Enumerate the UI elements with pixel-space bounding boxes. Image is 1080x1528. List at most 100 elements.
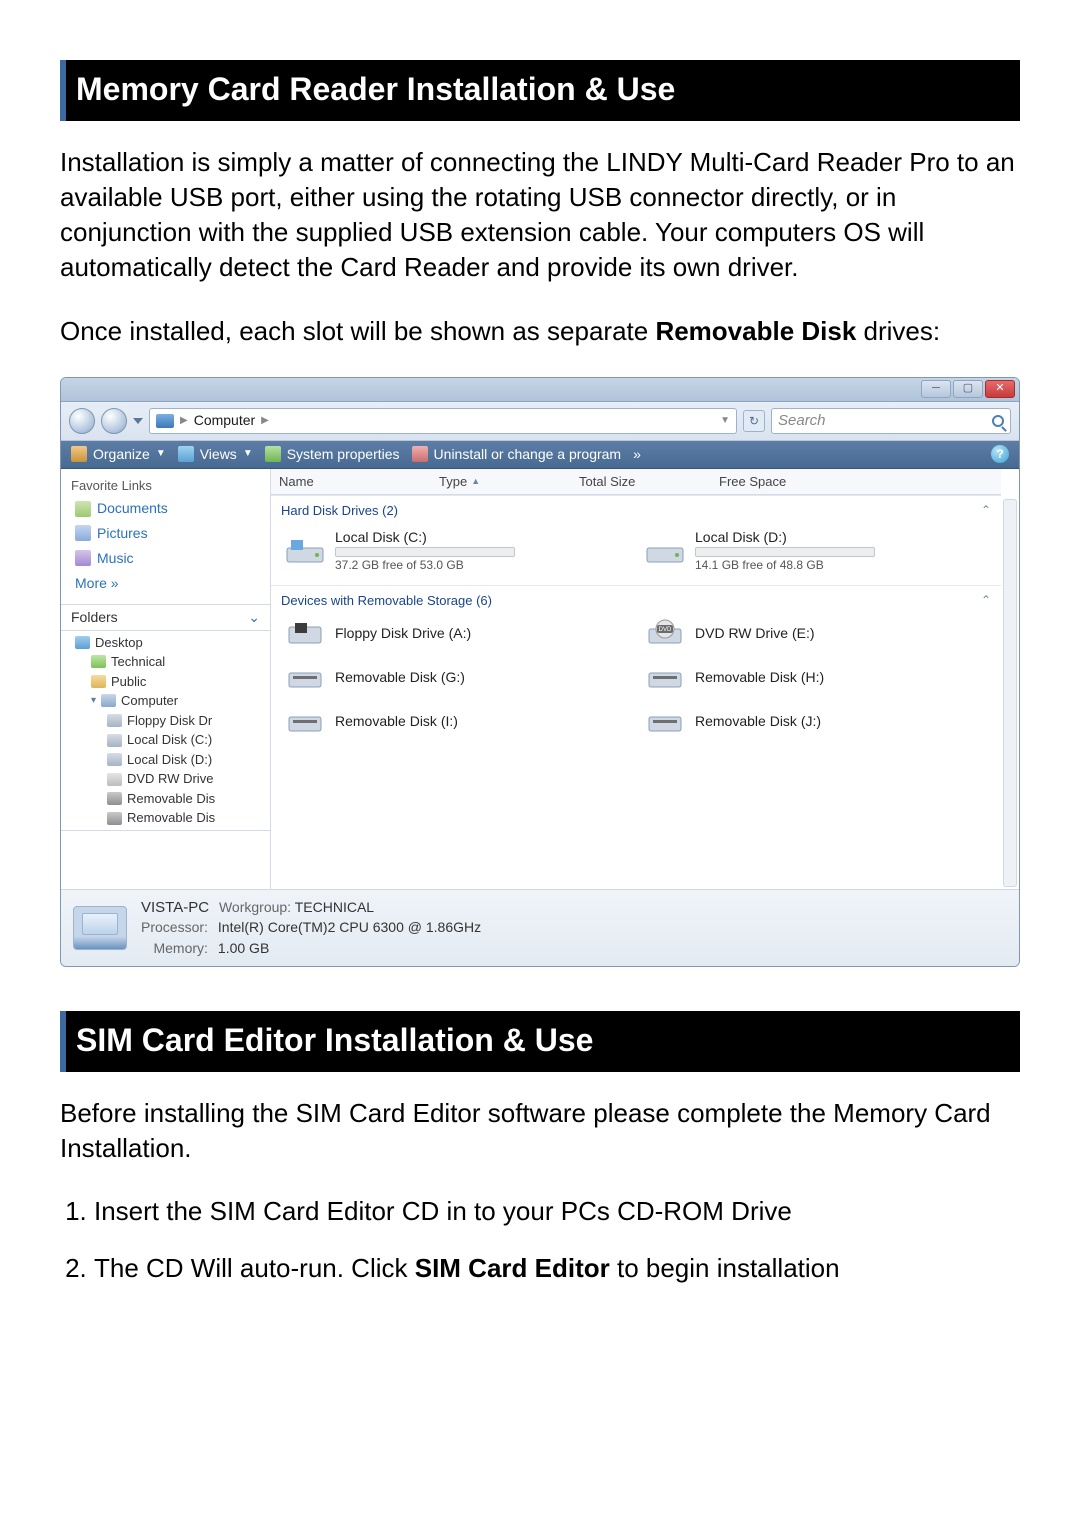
dvd-drive-icon: DVD bbox=[645, 617, 685, 649]
drive-label: Removable Disk (H:) bbox=[695, 668, 824, 687]
removable-icon bbox=[107, 792, 122, 805]
tree-node-local-c[interactable]: Local Disk (C:) bbox=[75, 730, 270, 750]
step-1: Insert the SIM Card Editor CD in to your… bbox=[94, 1194, 1020, 1229]
drive-removable-j[interactable]: Removable Disk (J:) bbox=[641, 703, 991, 739]
tree-label: Local Disk (D:) bbox=[127, 751, 212, 769]
tree-node-desktop[interactable]: Desktop bbox=[75, 633, 270, 653]
uninstall-label: Uninstall or change a program bbox=[434, 445, 622, 464]
folders-header[interactable]: Folders ⌄ bbox=[61, 604, 270, 630]
drive-dvd-e[interactable]: DVD DVD RW Drive (E:) bbox=[641, 615, 991, 651]
tree-node-removable2[interactable]: Removable Dis bbox=[75, 808, 270, 828]
installation-steps: Insert the SIM Card Editor CD in to your… bbox=[60, 1194, 1020, 1286]
vertical-scrollbar[interactable] bbox=[1003, 499, 1017, 887]
removable-drive-icon bbox=[285, 661, 325, 693]
drive-removable-h[interactable]: Removable Disk (H:) bbox=[641, 659, 991, 695]
drive-label: DVD RW Drive (E:) bbox=[695, 624, 815, 643]
system-properties-label: System properties bbox=[287, 445, 400, 464]
forward-button[interactable] bbox=[101, 408, 127, 434]
drive-local-d[interactable]: Local Disk (D:) 14.1 GB free of 48.8 GB bbox=[641, 526, 991, 575]
column-total-size[interactable]: Total Size bbox=[579, 473, 719, 491]
tree-node-computer[interactable]: ▾Computer bbox=[75, 691, 270, 711]
text: The CD Will auto-run. Click bbox=[94, 1253, 415, 1283]
address-dropdown-icon[interactable]: ▼ bbox=[720, 414, 730, 428]
minimize-button[interactable]: ─ bbox=[921, 380, 951, 398]
column-name[interactable]: Name bbox=[279, 473, 439, 491]
memory-label: Memory: bbox=[141, 939, 208, 958]
removable-drive-icon bbox=[285, 705, 325, 737]
organize-label: Organize bbox=[93, 445, 150, 464]
details-pane: VISTA-PC Workgroup: TECHNICAL Processor:… bbox=[61, 889, 1019, 966]
tree-node-floppy[interactable]: Floppy Disk Dr bbox=[75, 711, 270, 731]
sort-asc-icon: ▲ bbox=[471, 475, 480, 487]
sidebar-item-documents[interactable]: Documents bbox=[61, 496, 270, 521]
text: Once installed, each slot will be shown … bbox=[60, 316, 655, 346]
collapse-icon: ⌃ bbox=[981, 592, 991, 610]
capacity-bar bbox=[695, 547, 875, 557]
drive-label: Floppy Disk Drive (A:) bbox=[335, 624, 471, 643]
refresh-button[interactable]: ↻ bbox=[743, 410, 765, 432]
back-button[interactable] bbox=[69, 408, 95, 434]
drive-label: Local Disk (C:) bbox=[335, 528, 515, 547]
paragraph-sim-intro: Before installing the SIM Card Editor so… bbox=[60, 1096, 1020, 1166]
tree-label: Removable Dis bbox=[127, 790, 215, 808]
uninstall-button[interactable]: Uninstall or change a program bbox=[412, 445, 622, 464]
expand-icon: ▾ bbox=[91, 694, 96, 708]
column-free-space[interactable]: Free Space bbox=[719, 473, 993, 491]
maximize-button[interactable]: ▢ bbox=[953, 380, 983, 398]
close-button[interactable]: ✕ bbox=[985, 380, 1015, 398]
history-dropdown-icon[interactable] bbox=[133, 418, 143, 424]
window-titlebar[interactable]: ─ ▢ ✕ bbox=[61, 378, 1019, 402]
tree-label: DVD RW Drive bbox=[127, 770, 213, 788]
toolbar-overflow[interactable]: » bbox=[633, 445, 641, 464]
group-label: Hard Disk Drives (2) bbox=[281, 502, 398, 520]
drive-label: Local Disk (D:) bbox=[695, 528, 875, 547]
hard-drive-icon bbox=[645, 534, 685, 566]
tree-node-dvd[interactable]: DVD RW Drive bbox=[75, 769, 270, 789]
system-properties-button[interactable]: System properties bbox=[265, 445, 400, 464]
computer-icon bbox=[156, 414, 174, 428]
organize-menu[interactable]: Organize ▼ bbox=[71, 445, 166, 464]
svg-text:DVD: DVD bbox=[659, 627, 672, 633]
address-segment-computer[interactable]: Computer bbox=[194, 411, 255, 430]
views-menu[interactable]: Views ▼ bbox=[178, 445, 253, 464]
organize-icon bbox=[71, 446, 87, 462]
drive-local-c[interactable]: Local Disk (C:) 37.2 GB free of 53.0 GB bbox=[281, 526, 631, 575]
group-hard-disk-drives[interactable]: Hard Disk Drives (2) ⌃ bbox=[271, 495, 1001, 522]
drive-icon bbox=[107, 734, 122, 747]
command-bar: Organize ▼ Views ▼ System properties Uni… bbox=[61, 441, 1019, 469]
dvd-icon bbox=[107, 773, 122, 786]
chevron-right-icon[interactable]: ▶ bbox=[261, 414, 269, 428]
search-placeholder-text: Search bbox=[778, 411, 826, 431]
bold-removable-disk: Removable Disk bbox=[655, 316, 856, 346]
computer-name: VISTA-PC bbox=[141, 899, 209, 916]
tree-node-removable[interactable]: Removable Dis bbox=[75, 789, 270, 809]
tree-node-public[interactable]: Public bbox=[75, 672, 270, 692]
navigation-pane: Favorite Links Documents Pictures Music … bbox=[61, 469, 271, 889]
search-icon bbox=[992, 415, 1004, 427]
help-button[interactable]: ? bbox=[991, 445, 1009, 463]
tree-node-technical[interactable]: Technical bbox=[75, 652, 270, 672]
column-headers: Name Type ▲ Total Size Free Space bbox=[271, 469, 1001, 496]
tree-node-local-d[interactable]: Local Disk (D:) bbox=[75, 750, 270, 770]
drive-removable-g[interactable]: Removable Disk (G:) bbox=[281, 659, 631, 695]
sidebar-item-music[interactable]: Music bbox=[61, 546, 270, 571]
section-heading-sim-card: SIM Card Editor Installation & Use bbox=[60, 1011, 1020, 1072]
drive-floppy-a[interactable]: Floppy Disk Drive (A:) bbox=[281, 615, 631, 651]
address-bar[interactable]: ▶ Computer ▶ ▼ bbox=[149, 408, 737, 434]
drive-removable-i[interactable]: Removable Disk (I:) bbox=[281, 703, 631, 739]
column-type[interactable]: Type ▲ bbox=[439, 473, 579, 491]
search-input[interactable]: Search bbox=[771, 408, 1011, 434]
nav-bar: ▶ Computer ▶ ▼ ↻ Search bbox=[61, 402, 1019, 441]
section-heading-memory-card: Memory Card Reader Installation & Use bbox=[60, 60, 1020, 121]
folder-icon bbox=[91, 675, 106, 688]
sidebar-item-more[interactable]: More » bbox=[61, 571, 270, 596]
sidebar-item-pictures[interactable]: Pictures bbox=[61, 521, 270, 546]
drive-free-text: 37.2 GB free of 53.0 GB bbox=[335, 557, 515, 573]
group-removable-storage[interactable]: Devices with Removable Storage (6) ⌃ bbox=[271, 585, 1001, 612]
removable-drive-icon bbox=[645, 661, 685, 693]
collapse-icon: ⌃ bbox=[981, 502, 991, 520]
processor-value: Intel(R) Core(TM)2 CPU 6300 @ 1.86GHz bbox=[218, 918, 481, 937]
column-label: Type bbox=[439, 473, 467, 491]
memory-value: 1.00 GB bbox=[218, 939, 481, 958]
step-2: The CD Will auto-run. Click SIM Card Edi… bbox=[94, 1251, 1020, 1286]
